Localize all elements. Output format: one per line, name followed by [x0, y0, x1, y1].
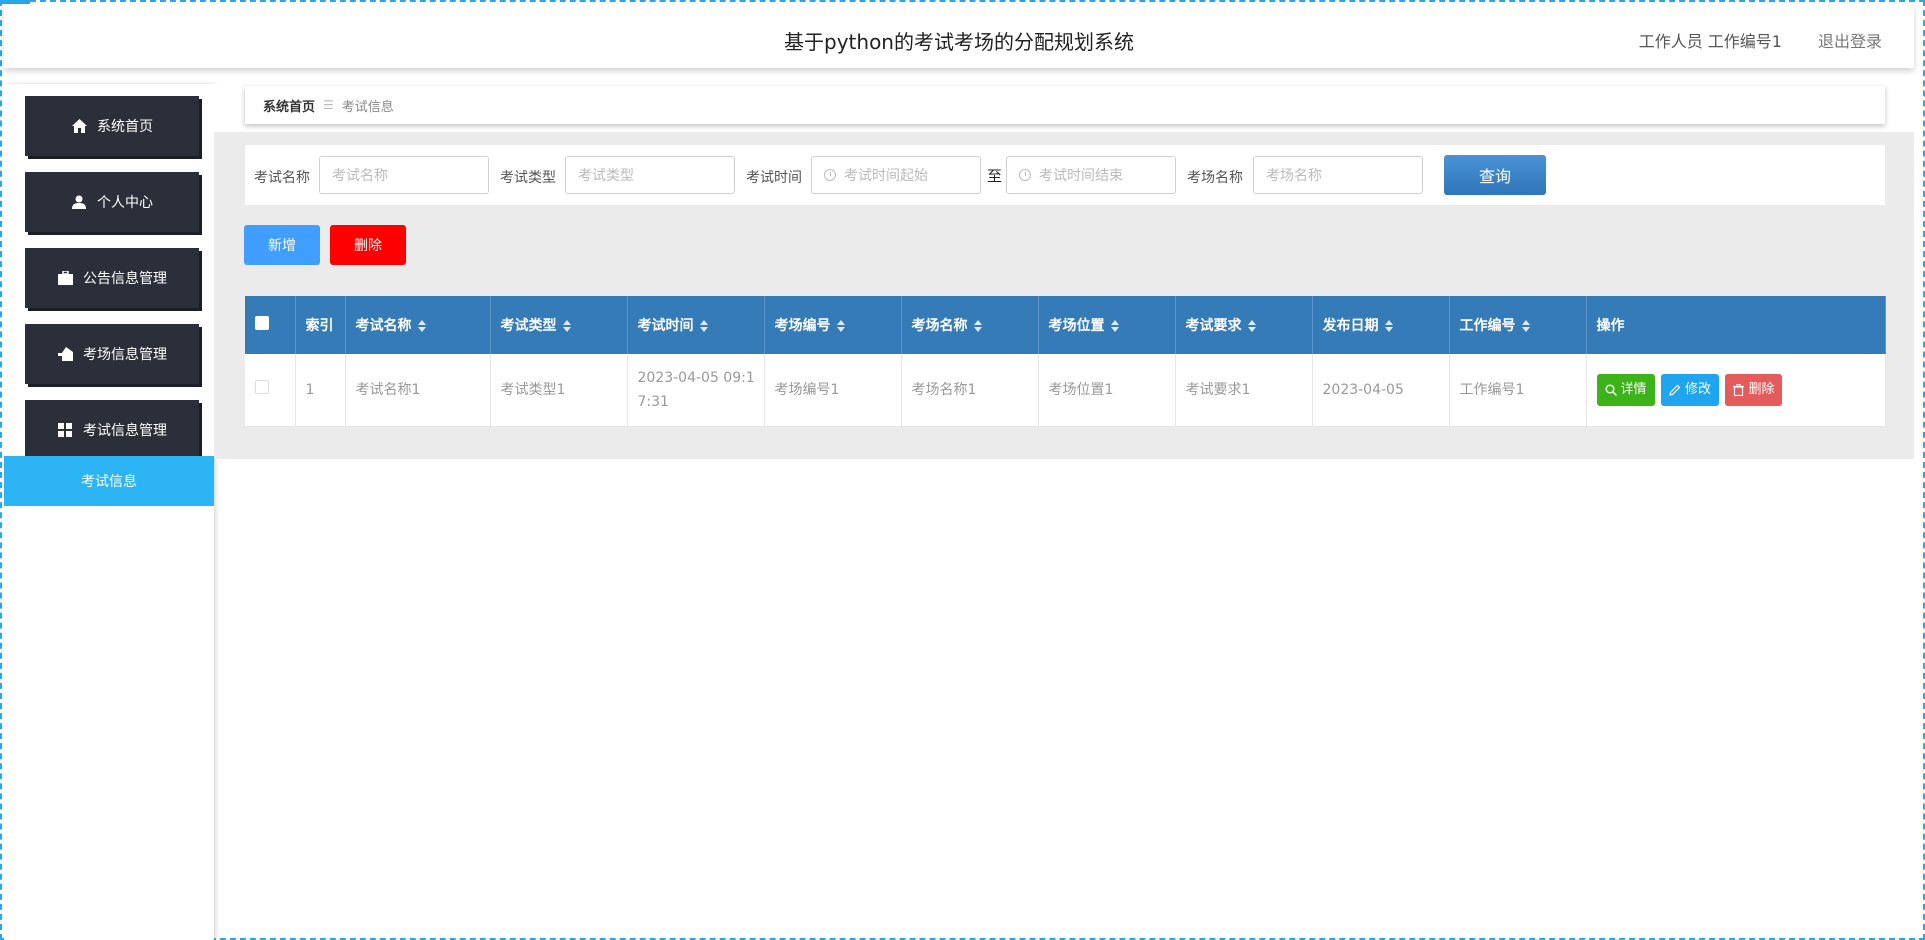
- exam-type-label: 考试类型: [500, 170, 556, 186]
- exam-type-placeholder: 考试类型: [578, 168, 634, 184]
- col-room-no[interactable]: 考场编号: [764, 296, 902, 354]
- cell-exam-time: 2023-04-05 09:17:31: [627, 354, 765, 427]
- sort-icon[interactable]: [1247, 320, 1257, 332]
- cell-publish-date: 2023-04-05: [1312, 354, 1450, 427]
- system-title: 基于python的考试考场的分配规划系统: [784, 30, 1134, 54]
- sidebar-item-exam[interactable]: 考试信息管理: [25, 400, 199, 460]
- col-room-location[interactable]: 考场位置: [1038, 296, 1176, 354]
- grid-icon: [57, 422, 73, 438]
- time-end-placeholder: 考试时间结束: [1039, 168, 1123, 184]
- clock-icon: [1019, 169, 1031, 181]
- home-icon: [71, 118, 87, 134]
- sidebar-item-room[interactable]: 考场信息管理: [25, 324, 199, 384]
- sidebar-item-label: 公告信息管理: [83, 271, 167, 287]
- cell-exam-name: 考试名称1: [345, 354, 491, 427]
- cell-exam-type: 考试类型1: [490, 354, 628, 427]
- sidebar-item-home[interactable]: 系统首页: [25, 96, 199, 156]
- sidebar-item-label: 考场信息管理: [83, 347, 167, 363]
- pencil-icon: [1669, 384, 1681, 396]
- exam-name-input[interactable]: 考试名称: [319, 156, 489, 194]
- detail-button[interactable]: 详情: [1596, 373, 1655, 406]
- col-exam-name[interactable]: 考试名称: [345, 296, 491, 354]
- cell-index: 1: [295, 354, 346, 427]
- exam-time-label: 考试时间: [746, 170, 802, 186]
- room-name-placeholder: 考场名称: [1266, 168, 1322, 184]
- add-button[interactable]: 新增: [244, 225, 320, 265]
- sidebar-item-notice[interactable]: 公告信息管理: [25, 248, 199, 308]
- col-staff-no[interactable]: 工作编号: [1449, 296, 1587, 354]
- exam-name-placeholder: 考试名称: [332, 168, 388, 184]
- exam-time-start-input[interactable]: 考试时间起始: [811, 156, 981, 194]
- select-all-header[interactable]: [245, 296, 296, 354]
- clock-icon: [824, 169, 836, 181]
- cell-room-name: 考场名称1: [901, 354, 1039, 427]
- table-row: 1 考试名称1 考试类型1 2023-04-05 09:17:31 考场编号1 …: [245, 354, 1886, 427]
- cell-room-location: 考场位置1: [1038, 354, 1176, 427]
- briefcase-icon: [57, 270, 73, 286]
- cell-room-no: 考场编号1: [764, 354, 902, 427]
- col-actions: 操作: [1586, 296, 1886, 354]
- row-delete-button[interactable]: 删除: [1725, 373, 1783, 406]
- sidebar-item-label: 个人中心: [97, 195, 153, 211]
- current-user: 工作人员 工作编号1: [1638, 32, 1782, 51]
- exam-name-label: 考试名称: [254, 170, 310, 186]
- exam-type-input[interactable]: 考试类型: [565, 156, 735, 194]
- query-button[interactable]: 查询: [1444, 155, 1546, 195]
- sort-icon[interactable]: [1521, 320, 1531, 332]
- cell-actions: 详情 修改 删除: [1586, 354, 1886, 427]
- batch-delete-button[interactable]: 删除: [330, 225, 406, 265]
- select-all-checkbox[interactable]: [255, 316, 269, 330]
- col-exam-type[interactable]: 考试类型: [490, 296, 628, 354]
- col-room-name[interactable]: 考场名称: [901, 296, 1039, 354]
- room-name-label: 考场名称: [1187, 170, 1243, 186]
- sort-icon[interactable]: [1110, 320, 1120, 332]
- sort-icon[interactable]: [836, 320, 846, 332]
- time-start-placeholder: 考试时间起始: [844, 168, 928, 184]
- sort-icon[interactable]: [562, 320, 572, 332]
- sort-icon[interactable]: [973, 320, 983, 332]
- col-publish-date[interactable]: 发布日期: [1312, 296, 1450, 354]
- to-label: 至: [987, 167, 1003, 185]
- col-requirement[interactable]: 考试要求: [1175, 296, 1313, 354]
- row-select[interactable]: [245, 354, 296, 427]
- search-icon: [1605, 384, 1617, 396]
- search-bar: 考试名称 考试名称 考试类型 考试类型 考试时间 考试时间起始 至 考试时间结束…: [245, 145, 1885, 205]
- sidebar: 系统首页 个人中心 公告信息管理 考场信息管理 考试信息管理 考试信息: [4, 84, 214, 940]
- breadcrumb-home[interactable]: 系统首页: [263, 96, 315, 115]
- table-header-row: 索引 考试名称 考试类型 考试时间 考场编号 考场名称 考场位置 考试要求 发布…: [245, 296, 1886, 354]
- sidebar-item-label: 系统首页: [97, 119, 153, 135]
- cell-requirement: 考试要求1: [1175, 354, 1313, 427]
- col-exam-time[interactable]: 考试时间: [627, 296, 765, 354]
- submenu-exam-info[interactable]: 考试信息: [4, 456, 214, 506]
- logout-link[interactable]: 退出登录: [1818, 28, 1882, 52]
- sort-icon[interactable]: [699, 320, 709, 332]
- breadcrumb-current: 考试信息: [341, 99, 394, 115]
- cell-staff-no: 工作编号1: [1449, 354, 1587, 427]
- house-hand-icon: [57, 346, 73, 362]
- exam-time-end-input[interactable]: 考试时间结束: [1006, 156, 1176, 194]
- sidebar-item-profile[interactable]: 个人中心: [25, 172, 199, 232]
- exam-table: 索引 考试名称 考试类型 考试时间 考场编号 考场名称 考场位置 考试要求 发布…: [245, 296, 1886, 427]
- sidebar-item-label: 考试信息管理: [83, 423, 167, 439]
- user-icon: [71, 194, 87, 210]
- room-name-input[interactable]: 考场名称: [1253, 156, 1423, 194]
- sort-icon[interactable]: [1384, 320, 1394, 332]
- row-checkbox[interactable]: [255, 379, 269, 394]
- breadcrumb: 系统首页 ☰ 考试信息: [245, 86, 1885, 124]
- sort-icon[interactable]: [417, 320, 427, 332]
- top-header: 基于python的考试考场的分配规划系统 工作人员 工作编号1 退出登录: [4, 4, 1914, 68]
- edit-button[interactable]: 修改: [1660, 373, 1719, 406]
- breadcrumb-separator: ☰: [323, 98, 334, 112]
- trash-icon: [1733, 383, 1745, 396]
- col-index: 索引: [295, 296, 346, 354]
